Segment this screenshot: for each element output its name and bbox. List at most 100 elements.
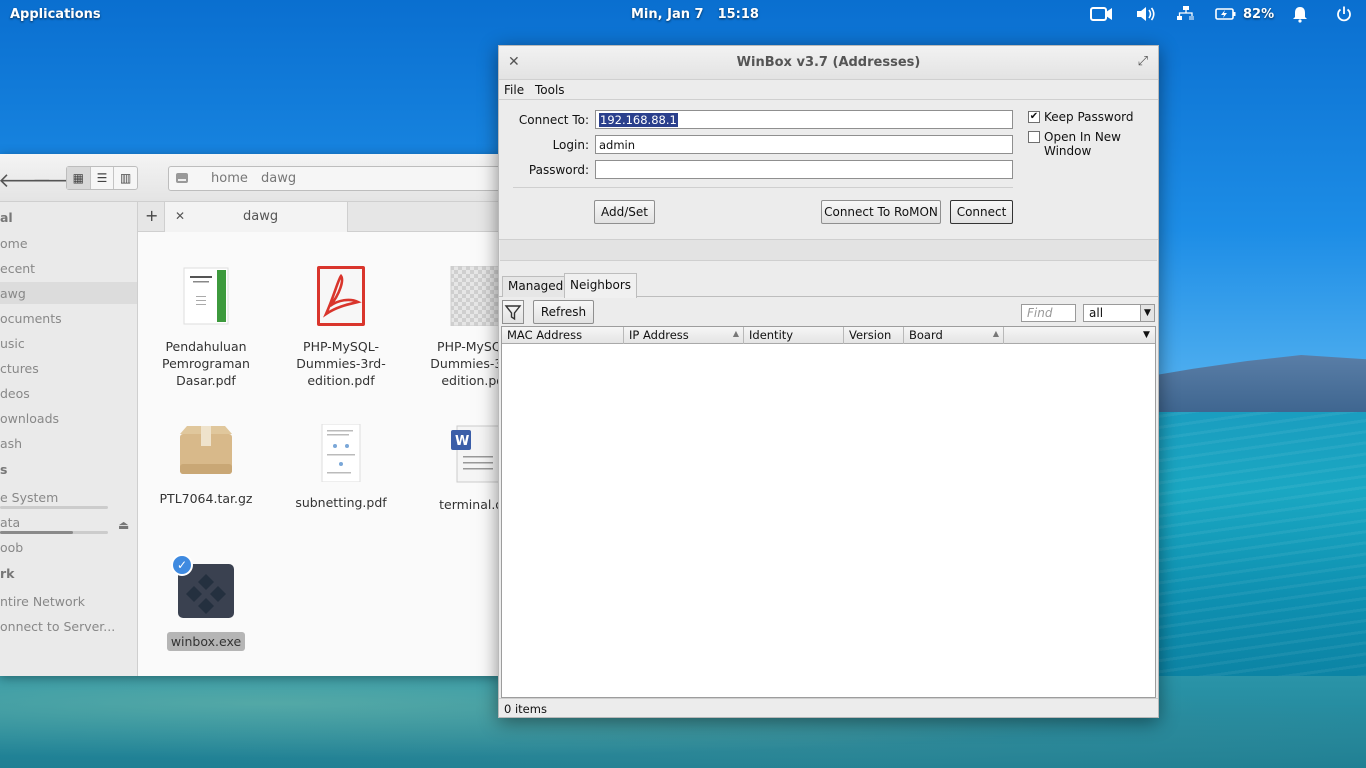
dropdown-arrow-icon: ▼ <box>1140 305 1154 321</box>
password-label: Password: <box>528 163 589 177</box>
keep-password-label: Keep Password <box>1044 110 1134 124</box>
filter-select[interactable]: all ▼ <box>1083 304 1155 322</box>
eject-icon[interactable]: ⏏ <box>118 518 129 532</box>
column-view-icon[interactable]: ▥ <box>114 167 137 189</box>
menu-file[interactable]: File <box>504 83 524 97</box>
refresh-button[interactable]: Refresh <box>533 300 594 324</box>
window-title: WinBox v3.7 (Addresses) <box>736 55 921 70</box>
winbox-titlebar[interactable]: ✕ WinBox v3.7 (Addresses) ⤢ <box>499 46 1158 80</box>
icon-view-icon[interactable]: ▦ <box>67 167 91 189</box>
find-input[interactable]: Find <box>1021 304 1076 322</box>
sort-icon: ▲ <box>992 329 999 338</box>
items-count: 0 items <box>499 698 1158 718</box>
connect-to-label: Connect To: <box>518 113 589 127</box>
screencast-icon[interactable] <box>1090 5 1114 27</box>
column-identity[interactable]: Identity <box>744 327 844 344</box>
sidebar-item-recent[interactable]: ecent <box>0 261 35 276</box>
top-panel: Applications Min, Jan 7 15:18 82% <box>0 0 1366 30</box>
file-name: PHP-MySQL-Dummies-3rd-edition.pdf <box>296 339 386 388</box>
acrobat-pdf-icon <box>276 266 406 330</box>
menubar: File Tools <box>499 80 1158 100</box>
file-grid: Pendahuluan Pemrograman Dasar.pdf PHP-My… <box>138 232 520 676</box>
list-view-icon[interactable]: ☰ <box>91 167 115 189</box>
sidebar-header-devices: s <box>0 462 8 477</box>
pdf-document-icon <box>276 423 406 486</box>
login-input[interactable]: admin <box>595 135 1013 154</box>
connect-button[interactable]: Connect <box>950 200 1013 224</box>
sidebar: al ome ecent awg ocuments usic ctures de… <box>0 202 138 676</box>
battery-charging-icon[interactable] <box>1215 5 1237 27</box>
column-ip-address-label: IP Address <box>629 328 689 342</box>
volume-icon[interactable] <box>1135 5 1157 27</box>
column-board[interactable]: Board ▲ <box>904 327 1004 344</box>
sidebar-item-music[interactable]: usic <box>0 336 25 351</box>
breadcrumb-dawg[interactable]: dawg <box>261 171 296 186</box>
sidebar-item-file-system[interactable]: e System <box>0 490 58 505</box>
breadcrumb-home[interactable]: home <box>211 171 248 186</box>
sidebar-item-documents[interactable]: ocuments <box>0 311 62 326</box>
sidebar-item-downloads[interactable]: ownloads <box>0 411 59 426</box>
svg-text:W: W <box>455 434 469 449</box>
file-name: PTL7064.tar.gz <box>159 491 253 506</box>
time-label: 15:18 <box>717 7 759 22</box>
new-tab-icon[interactable]: + <box>145 206 158 225</box>
applications-menu[interactable]: Applications <box>10 7 101 22</box>
password-input[interactable] <box>595 160 1013 179</box>
columns-menu-icon[interactable]: ▼ <box>1138 327 1155 344</box>
connect-to-value: 192.168.88.1 <box>599 113 678 127</box>
column-ip-address[interactable]: IP Address ▲ <box>624 327 744 344</box>
sidebar-item-entire-network[interactable]: ntire Network <box>0 594 85 609</box>
close-tab-icon[interactable]: ✕ <box>175 209 185 223</box>
wallpaper-mountain <box>1150 355 1366 412</box>
notifications-icon[interactable] <box>1291 5 1309 27</box>
file-item-selected[interactable]: ✓ winbox.exe <box>141 554 271 651</box>
file-item[interactable]: PHP-MySQL-Dummies-3rd-edition.pdf <box>276 266 406 389</box>
file-item[interactable]: PTL7064.tar.gz <box>141 424 271 507</box>
winbox-window: ✕ WinBox v3.7 (Addresses) ⤢ File Tools C… <box>498 45 1159 718</box>
selected-check-icon: ✓ <box>171 554 193 576</box>
filter-button[interactable] <box>502 300 524 324</box>
sidebar-item-home[interactable]: ome <box>0 236 28 251</box>
file-name: Pendahuluan Pemrograman Dasar.pdf <box>162 339 250 388</box>
sidebar-item-pictures[interactable]: ctures <box>0 361 39 376</box>
open-new-window-label: Open In New Window <box>1044 130 1121 158</box>
maximize-icon[interactable]: ⤢ <box>1138 54 1148 69</box>
menu-tools[interactable]: Tools <box>535 83 565 97</box>
file-item[interactable]: subnetting.pdf <box>276 423 406 511</box>
file-name: subnetting.pdf <box>295 495 387 510</box>
login-label: Login: <box>552 138 589 152</box>
tab-label: dawg <box>243 209 279 224</box>
add-set-button[interactable]: Add/Set <box>594 200 655 224</box>
connect-to-input[interactable]: 192.168.88.1 <box>595 110 1013 129</box>
tab-neighbors[interactable]: Neighbors <box>564 273 638 298</box>
file-system-usage-bar <box>0 506 108 509</box>
breadcrumb[interactable]: home dawg <box>168 166 508 191</box>
column-version[interactable]: Version <box>844 327 904 344</box>
drive-icon <box>175 171 189 189</box>
sidebar-item-connect-server[interactable]: onnect to Server... <box>0 619 115 634</box>
file-manager-toolbar: 🡐 🡒 ▦ ☰ ▥ home dawg <box>0 154 508 202</box>
connect-romon-button[interactable]: Connect To RoMON <box>821 200 941 224</box>
sidebar-item-videos[interactable]: deos <box>0 386 30 401</box>
tab-dawg[interactable]: ✕ dawg <box>164 202 348 232</box>
keep-password-checkbox[interactable]: ✔ <box>1028 111 1040 123</box>
power-icon[interactable] <box>1335 5 1353 27</box>
sidebar-item-noob[interactable]: oob <box>0 540 23 555</box>
winbox-exe-icon: ✓ <box>171 554 236 624</box>
sidebar-item-data[interactable]: ata <box>0 515 20 530</box>
file-manager-window: 🡐 🡒 ▦ ☰ ▥ home dawg al ome ecent awg ocu… <box>0 154 520 676</box>
file-manager-tabbar: + ✕ dawg <box>138 202 500 232</box>
view-switcher: ▦ ☰ ▥ <box>66 166 138 190</box>
sidebar-header-personal: al <box>0 210 13 225</box>
open-new-window-checkbox[interactable] <box>1028 131 1040 143</box>
network-disconnected-icon[interactable] <box>1176 5 1196 27</box>
tab-managed[interactable]: Managed <box>502 276 570 297</box>
sidebar-item-dawg[interactable]: awg <box>0 282 137 304</box>
column-mac-address[interactable]: MAC Address <box>502 327 624 344</box>
neighbors-table[interactable]: MAC Address IP Address ▲ Identity Version… <box>501 326 1156 698</box>
file-item[interactable]: Pendahuluan Pemrograman Dasar.pdf <box>141 266 271 389</box>
message-strip <box>500 240 1157 261</box>
clock[interactable]: Min, Jan 7 15:18 <box>631 7 759 22</box>
tab-bar: Managed Neighbors <box>499 273 1158 298</box>
sidebar-item-trash[interactable]: ash <box>0 436 22 451</box>
